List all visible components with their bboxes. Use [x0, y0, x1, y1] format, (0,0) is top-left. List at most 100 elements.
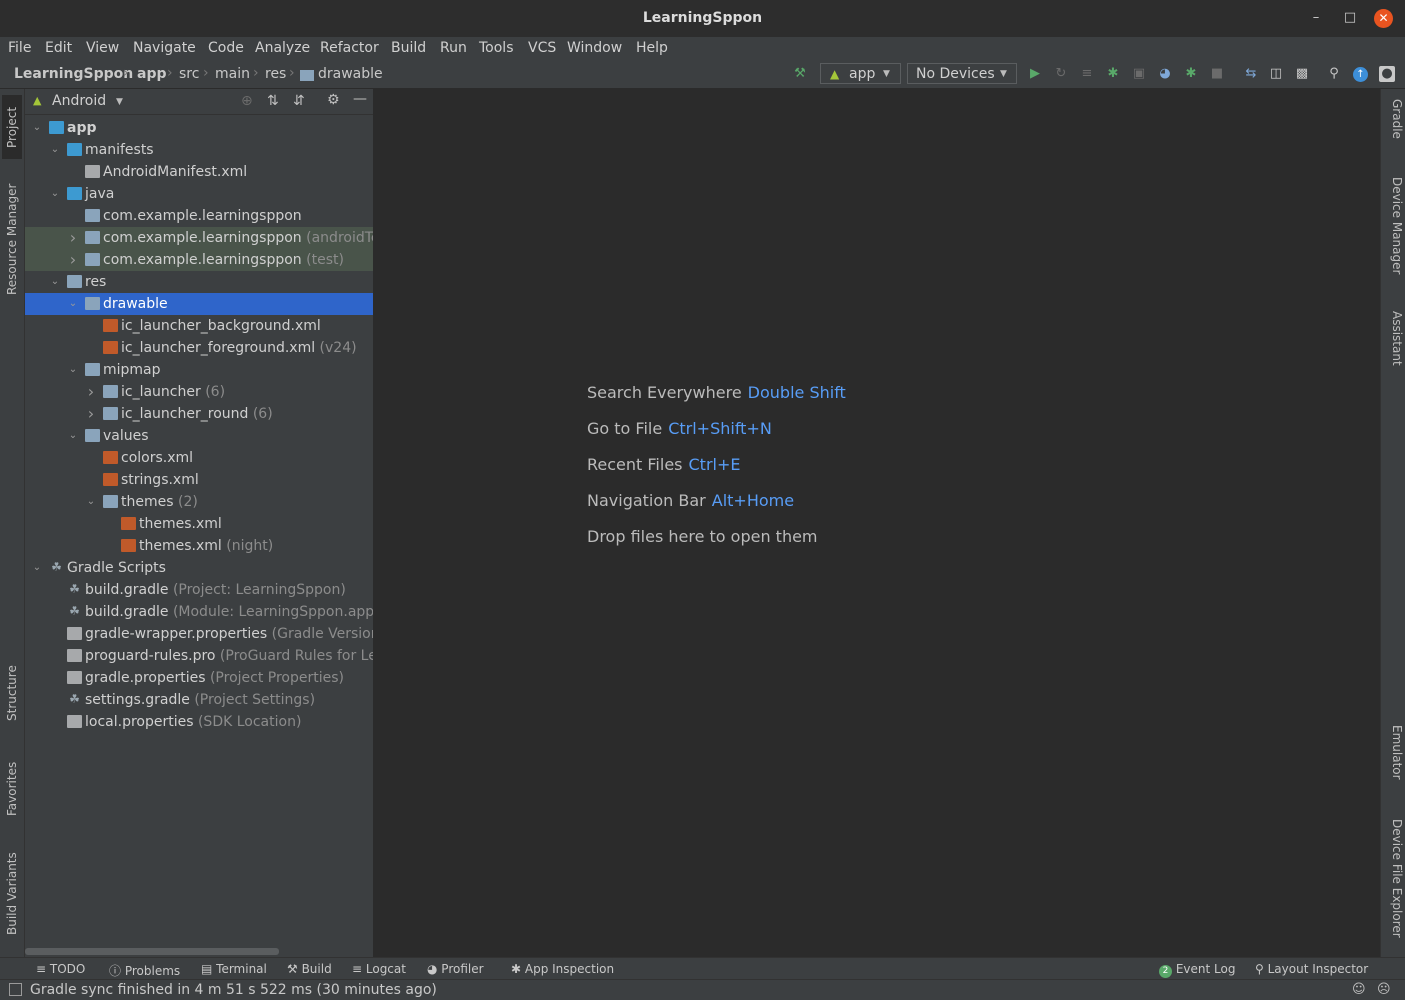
breadcrumb-main[interactable]: main — [215, 66, 250, 82]
tree-row[interactable]: ⌄ app — [25, 117, 373, 139]
tree-row[interactable]: ⌄ themes (2) — [25, 491, 373, 513]
apply-changes-icon[interactable]: ↻ — [1053, 66, 1069, 82]
coverage-icon[interactable]: ▣ — [1131, 66, 1147, 82]
tree-row[interactable]: gradle.properties (Project Properties) — [25, 667, 373, 689]
chevron-down-icon[interactable]: ⌄ — [31, 557, 43, 579]
run-config-select[interactable]: ▲ app ▼ — [820, 63, 901, 84]
stop-icon[interactable]: ■ — [1209, 66, 1225, 82]
chevron-down-icon[interactable]: ⌄ — [67, 293, 79, 315]
menu-refactor[interactable]: Refactor — [320, 40, 379, 56]
tool-problems[interactable]: ⓘ Problems — [109, 962, 180, 979]
account-icon[interactable]: ● — [1379, 66, 1395, 82]
chevron-down-icon[interactable]: ⌄ — [67, 425, 79, 447]
menu-view[interactable]: View — [86, 40, 119, 56]
tab-device-file-explorer[interactable]: Device File Explorer — [1384, 819, 1404, 938]
tab-gradle[interactable]: Gradle — [1384, 99, 1404, 139]
menu-tools[interactable]: Tools — [479, 40, 514, 56]
menu-run[interactable]: Run — [440, 40, 467, 56]
chevron-down-icon[interactable]: ▼ — [116, 97, 123, 107]
tree-row[interactable]: com.example.learningsppon — [25, 205, 373, 227]
tool-terminal[interactable]: ▤ Terminal — [201, 962, 267, 976]
tool-todo[interactable]: ≡ TODO — [36, 962, 85, 976]
tab-device-manager[interactable]: Device Manager — [1384, 177, 1404, 274]
tree-row[interactable]: strings.xml — [25, 469, 373, 491]
tree-row[interactable]: local.properties (SDK Location) — [25, 711, 373, 733]
chevron-down-icon[interactable]: ⌄ — [85, 491, 97, 513]
maximize-icon[interactable]: □ — [1342, 10, 1358, 26]
profile-icon[interactable]: ◕ — [1157, 66, 1173, 82]
toggle-tool-windows-icon[interactable] — [9, 983, 22, 996]
tab-build-variants[interactable]: Build Variants — [2, 845, 22, 943]
tree-row[interactable]: ic_launcher_foreground.xml (v24) — [25, 337, 373, 359]
chevron-down-icon[interactable]: ⌄ — [49, 139, 61, 161]
tab-project[interactable]: Project — [2, 95, 22, 159]
tree-row[interactable]: ⌄ res — [25, 271, 373, 293]
tree-row[interactable]: AndroidManifest.xml — [25, 161, 373, 183]
tree-row[interactable]: ⌄ manifests — [25, 139, 373, 161]
chevron-down-icon[interactable]: ⌄ — [67, 359, 79, 381]
breadcrumb-project[interactable]: LearningSppon — [14, 66, 133, 82]
feedback-icon[interactable]: ☹ — [1377, 982, 1391, 997]
close-icon[interactable]: ✕ — [1374, 9, 1393, 28]
menu-navigate[interactable]: Navigate — [133, 40, 196, 56]
menu-code[interactable]: Code — [208, 40, 244, 56]
tree-row[interactable]: themes.xml — [25, 513, 373, 535]
tree-row[interactable]: ⌄ mipmap — [25, 359, 373, 381]
chevron-down-icon[interactable]: ⌄ — [49, 183, 61, 205]
tree-row[interactable]: ⌄ java — [25, 183, 373, 205]
tab-assistant[interactable]: Assistant — [1384, 311, 1404, 366]
tree-row[interactable]: ☘ settings.gradle (Project Settings) — [25, 689, 373, 711]
menu-help[interactable]: Help — [636, 40, 668, 56]
smiley-icon[interactable]: ☺ — [1352, 982, 1366, 997]
tool-event-log[interactable]: 2 Event Log — [1159, 962, 1235, 978]
tree-row[interactable]: › ic_launcher_round (6) — [25, 403, 373, 425]
chevron-down-icon[interactable]: ⌄ — [49, 271, 61, 293]
sdk-manager-icon[interactable]: ▩ — [1294, 66, 1310, 82]
device-select[interactable]: No Devices ▼ — [907, 63, 1017, 84]
tree-row[interactable]: ☘ build.gradle (Project: LearningSppon) — [25, 579, 373, 601]
tree-row[interactable]: ⌄ drawable — [25, 293, 373, 315]
chevron-right-icon[interactable]: › — [67, 227, 79, 249]
update-icon[interactable]: ↑ — [1353, 67, 1368, 82]
search-icon[interactable]: ⚲ — [1326, 66, 1342, 82]
breadcrumb-src[interactable]: src — [179, 66, 199, 82]
tree-row[interactable]: ic_launcher_background.xml — [25, 315, 373, 337]
locate-icon[interactable]: ⊕ — [241, 93, 253, 109]
tool-profiler[interactable]: ◕ Profiler — [427, 962, 484, 976]
tab-emulator[interactable]: Emulator — [1384, 725, 1404, 780]
tree-row[interactable]: colors.xml — [25, 447, 373, 469]
expand-all-icon[interactable]: ⇅ — [267, 93, 279, 109]
hide-panel-icon[interactable]: — — [353, 91, 367, 107]
menu-analyze[interactable]: Analyze — [255, 40, 310, 56]
menu-vcs[interactable]: VCS — [528, 40, 556, 56]
tool-build[interactable]: ⚒ Build — [287, 962, 332, 976]
breadcrumb-app[interactable]: app — [137, 66, 167, 82]
status-message[interactable]: Gradle sync finished in 4 m 51 s 522 ms … — [30, 982, 437, 998]
horizontal-scrollbar[interactable] — [25, 948, 279, 955]
tab-favorites[interactable]: Favorites — [2, 751, 22, 827]
hammer-build-icon[interactable]: ⚒ — [792, 66, 808, 82]
chevron-right-icon[interactable]: › — [85, 381, 97, 403]
debug-icon[interactable]: ✱ — [1105, 66, 1121, 82]
tool-layout-inspector[interactable]: ⚲ Layout Inspector — [1255, 962, 1368, 976]
menu-file[interactable]: File — [8, 40, 31, 56]
device-manager-icon[interactable]: ◫ — [1268, 66, 1284, 82]
tree-row[interactable]: › ic_launcher (6) — [25, 381, 373, 403]
attach-debugger-icon[interactable]: ✱ — [1183, 66, 1199, 82]
chevron-down-icon[interactable]: ⌄ — [31, 117, 43, 139]
tree-row[interactable]: › com.example.learningsppon (androidTest) — [25, 227, 373, 249]
tab-resource-manager[interactable]: Resource Manager — [2, 175, 22, 303]
tree-row[interactable]: themes.xml (night) — [25, 535, 373, 557]
collapse-all-icon[interactable]: ⇵ — [293, 93, 305, 109]
apply-code-changes-icon[interactable]: ≡ — [1079, 66, 1095, 82]
chevron-right-icon[interactable]: › — [67, 249, 79, 271]
tree-row[interactable]: proguard-rules.pro (ProGuard Rules for L… — [25, 645, 373, 667]
run-icon[interactable]: ▶ — [1027, 66, 1043, 82]
editor-area[interactable]: Search Everywhere Double Shift Go to File… — [374, 89, 1380, 957]
tool-app-inspection[interactable]: ✱ App Inspection — [511, 962, 614, 976]
chevron-right-icon[interactable]: › — [85, 403, 97, 425]
menu-edit[interactable]: Edit — [45, 40, 72, 56]
menu-window[interactable]: Window — [567, 40, 622, 56]
tool-logcat[interactable]: ≡ Logcat — [352, 962, 406, 976]
tree-row[interactable]: ☘ build.gradle (Module: LearningSppon.app… — [25, 601, 373, 623]
